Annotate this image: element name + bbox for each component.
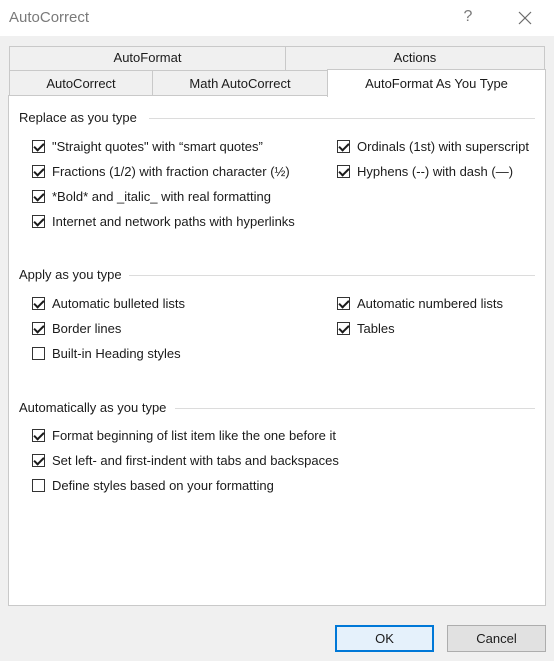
checkbox[interactable] <box>337 296 350 310</box>
option-label: Built-in Heading styles <box>52 345 181 361</box>
window-title: AutoCorrect <box>9 9 90 26</box>
option-bold-italic[interactable]: *Bold* and _italic_ with real formatting <box>32 187 271 205</box>
option-bulleted-lists[interactable]: Automatic bulleted lists <box>32 294 185 312</box>
option-label: "Straight quotes" with “smart quotes” <box>52 138 263 154</box>
option-label: Ordinals (1st) with superscript <box>357 138 529 154</box>
option-border-lines[interactable]: Border lines <box>32 319 121 337</box>
option-format-list-item[interactable]: Format beginning of list item like the o… <box>32 426 336 444</box>
tab-panel: Replace as you type "Straight quotes" wi… <box>8 95 546 606</box>
option-label: Automatic bulleted lists <box>52 295 185 311</box>
replace-group-divider <box>149 118 535 119</box>
option-label: Automatic numbered lists <box>357 295 503 311</box>
option-smart-quotes[interactable]: "Straight quotes" with “smart quotes” <box>32 137 263 155</box>
checkbox[interactable] <box>32 453 45 467</box>
auto-group-divider <box>175 408 535 409</box>
checkbox[interactable] <box>32 296 45 310</box>
option-label: Define styles based on your formatting <box>52 477 274 493</box>
option-set-indent[interactable]: Set left- and first-indent with tabs and… <box>32 451 339 469</box>
tab-actions[interactable]: Actions <box>285 46 545 70</box>
option-define-styles[interactable]: Define styles based on your formatting <box>32 476 274 494</box>
option-label: *Bold* and _italic_ with real formatting <box>52 188 271 204</box>
option-numbered-lists[interactable]: Automatic numbered lists <box>337 294 503 312</box>
checkbox[interactable] <box>32 164 45 178</box>
option-label: Border lines <box>52 320 122 336</box>
checkbox[interactable] <box>32 139 45 153</box>
cancel-button[interactable]: Cancel <box>447 625 546 652</box>
checkbox[interactable] <box>32 478 45 492</box>
option-fractions[interactable]: Fractions (1/2) with fraction character … <box>32 162 290 180</box>
checkbox[interactable] <box>32 189 45 203</box>
checkbox[interactable] <box>337 139 350 153</box>
close-icon <box>518 11 532 25</box>
option-hyperlinks[interactable]: Internet and network paths with hyperlin… <box>32 212 295 230</box>
auto-group-title: Automatically as you type <box>19 400 173 415</box>
help-button[interactable]: ? <box>455 4 481 30</box>
checkbox[interactable] <box>32 321 45 335</box>
checkbox[interactable] <box>337 164 350 178</box>
checkbox[interactable] <box>32 214 45 228</box>
tab-math-autocorrect[interactable]: Math AutoCorrect <box>152 70 328 96</box>
option-label: Fractions (1/2) with fraction character … <box>52 163 290 179</box>
close-button[interactable] <box>508 4 542 32</box>
tab-autocorrect[interactable]: AutoCorrect <box>9 70 153 96</box>
option-label: Hyphens (--) with dash (—) <box>357 163 514 179</box>
option-ordinals[interactable]: Ordinals (1st) with superscript <box>337 137 529 155</box>
replace-group-title: Replace as you type <box>19 110 143 125</box>
option-label: Tables <box>357 320 395 336</box>
option-label: Format beginning of list item like the o… <box>52 427 336 443</box>
option-heading-styles[interactable]: Built-in Heading styles <box>32 344 181 362</box>
option-tables[interactable]: Tables <box>337 319 395 337</box>
ok-button[interactable]: OK <box>335 625 434 652</box>
option-label: Set left- and first-indent with tabs and… <box>52 452 339 468</box>
checkbox[interactable] <box>32 346 45 360</box>
checkbox[interactable] <box>32 428 45 442</box>
tab-autoformat-as-you-type[interactable]: AutoFormat As You Type <box>327 69 546 97</box>
option-hyphens[interactable]: Hyphens (--) with dash (—) <box>337 162 513 180</box>
apply-group-title: Apply as you type <box>19 267 128 282</box>
checkbox[interactable] <box>337 321 350 335</box>
option-label: Internet and network paths with hyperlin… <box>52 213 295 229</box>
apply-group-divider <box>129 275 535 276</box>
tab-autoformat[interactable]: AutoFormat <box>9 46 286 70</box>
